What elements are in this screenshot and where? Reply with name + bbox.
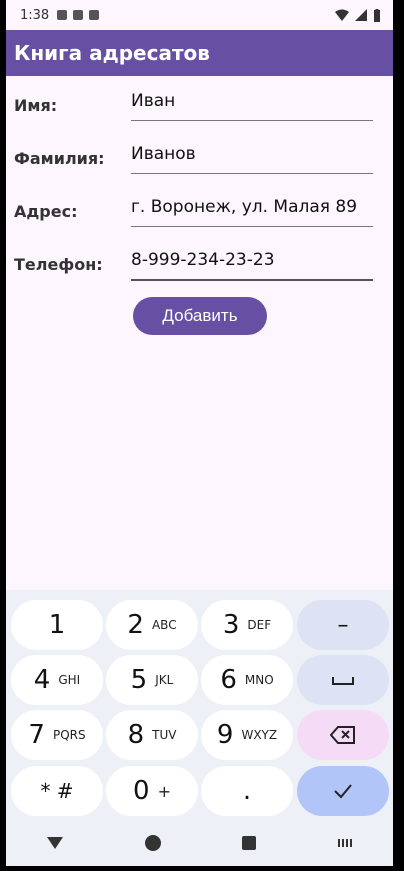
name-input[interactable]: Иван: [131, 91, 373, 121]
key-dot[interactable]: .: [201, 766, 293, 816]
wifi-icon: [335, 9, 349, 21]
surname-label: Фамилия:: [14, 149, 105, 168]
status-time: 1:38: [20, 7, 50, 23]
done-key[interactable]: [297, 766, 389, 816]
key-9[interactable]: 9 WXYZ: [201, 710, 293, 760]
phone-label: Телефон:: [14, 255, 103, 274]
space-key[interactable]: [297, 655, 389, 705]
space-icon: [332, 677, 354, 685]
phone-input[interactable]: 8-999-234-23-23: [131, 250, 373, 281]
home-icon[interactable]: [144, 835, 161, 851]
address-form: Имя: Иван Фамилия: Иванов Адрес: г. Воро…: [6, 76, 393, 288]
delete-key[interactable]: [297, 710, 389, 760]
address-input[interactable]: г. Воронеж, ул. Малая 89: [131, 197, 373, 227]
name-label: Имя:: [14, 96, 58, 115]
back-icon[interactable]: [46, 837, 63, 849]
page-title: Книга адресатов: [14, 41, 210, 65]
keyboard-switch-icon[interactable]: [338, 839, 353, 847]
key-0[interactable]: 0 +: [106, 766, 198, 816]
key-4[interactable]: 4 GHI: [11, 655, 103, 705]
key-star-hash[interactable]: * #: [11, 766, 103, 816]
signal-icon: [355, 9, 367, 21]
key-5[interactable]: 5 JKL: [106, 655, 198, 705]
system-nav-bar: [6, 820, 393, 866]
key-2[interactable]: 2 ABC: [106, 600, 198, 650]
recent-apps-icon[interactable]: [242, 836, 257, 850]
battery-icon: [374, 8, 380, 22]
key-1[interactable]: 1: [11, 600, 103, 650]
form-row-phone: Телефон: 8-999-234-23-23: [14, 235, 385, 288]
backspace-icon: [330, 726, 355, 744]
key-8[interactable]: 8 TUV: [106, 710, 198, 760]
status-bar: 1:38: [6, 0, 393, 30]
status-right: [335, 8, 381, 22]
font-icon: [73, 10, 84, 20]
form-row-address: Адрес: г. Воронеж, ул. Малая 89: [14, 182, 385, 235]
key-6[interactable]: 6 MNO: [201, 655, 293, 705]
address-label: Адрес:: [14, 202, 78, 221]
check-icon: [334, 784, 352, 799]
key-3[interactable]: 3 DEF: [201, 600, 293, 650]
sd-card-icon: [89, 10, 100, 20]
shield-icon: [57, 10, 68, 20]
form-row-surname: Фамилия: Иванов: [14, 129, 385, 182]
form-row-name: Имя: Иван: [14, 76, 385, 129]
key-7[interactable]: 7 PQRS: [11, 710, 103, 760]
app-bar: Книга адресатов: [6, 30, 393, 76]
surname-input[interactable]: Иванов: [131, 144, 373, 174]
numeric-keyboard: 1 2 ABC 3 DEF – 4 GHI 5 JKL 6 MNO 7 PQRS…: [6, 590, 393, 866]
phone-screen: 1:38 Книга адресатов Имя: Иван Фамилия: …: [6, 0, 393, 866]
minus-key[interactable]: –: [297, 600, 389, 650]
add-button[interactable]: Добавить: [133, 297, 267, 335]
